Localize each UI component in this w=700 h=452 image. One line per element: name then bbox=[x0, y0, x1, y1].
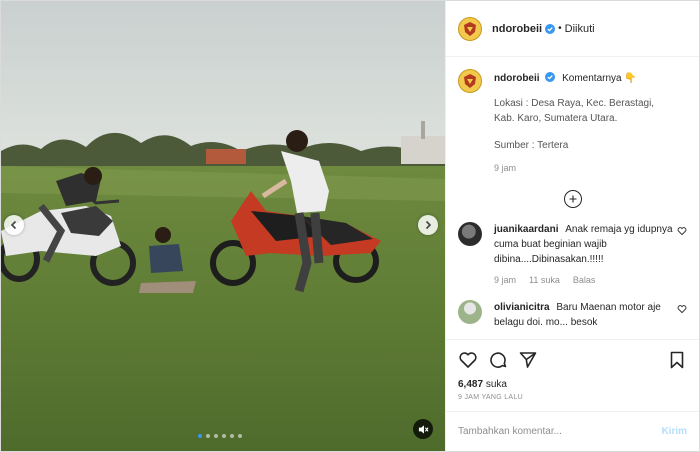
post-media[interactable] bbox=[1, 1, 445, 451]
follow-status-button[interactable]: Diikuti bbox=[565, 23, 595, 35]
next-button[interactable] bbox=[418, 215, 438, 235]
caption-time[interactable]: 9 jam bbox=[494, 161, 687, 176]
caption-line bbox=[494, 126, 687, 138]
comment-button[interactable] bbox=[488, 350, 508, 370]
comment-like-heart-icon[interactable] bbox=[677, 304, 687, 314]
speaker-muted-icon bbox=[418, 424, 429, 434]
post-sidebar: ndorobeii • Diikuti ndorobeii Komentarny… bbox=[445, 1, 699, 451]
like-count-number: 6,487 bbox=[458, 379, 484, 390]
comment-username[interactable]: olivianicitra bbox=[494, 302, 550, 313]
caption-line: Lokasi : Desa Raya, Kec. Berastagi, bbox=[494, 98, 655, 109]
comment-likes[interactable]: 11 suka bbox=[529, 273, 560, 288]
heart-icon bbox=[459, 352, 477, 368]
video-frame bbox=[1, 1, 445, 451]
comment-body: olivianicitra Baru Maenan motor aje bela… bbox=[494, 300, 687, 330]
comment-like-heart-icon[interactable] bbox=[677, 226, 687, 236]
carousel-indicator bbox=[198, 434, 242, 438]
caption: ndorobeii Komentarnya 👇 Lokasi : Desa Ra… bbox=[458, 69, 687, 176]
comment-icon bbox=[490, 352, 507, 368]
share-button[interactable] bbox=[518, 350, 538, 370]
comment-meta: 9 jam 11 suka Balas bbox=[494, 273, 673, 288]
crest-logo-icon bbox=[464, 21, 476, 36]
chevron-left-icon bbox=[10, 220, 17, 230]
comment-item: olivianicitra Baru Maenan motor aje bela… bbox=[458, 300, 687, 330]
header-separator: • bbox=[558, 23, 562, 34]
carousel-dot bbox=[198, 434, 202, 438]
plus-circle-icon bbox=[569, 195, 576, 203]
chevron-right-icon bbox=[425, 220, 432, 230]
comments-section[interactable]: ndorobeii Komentarnya 👇 Lokasi : Desa Ra… bbox=[446, 57, 699, 339]
comment-username[interactable]: juanikaardani bbox=[494, 224, 558, 235]
comment-input[interactable] bbox=[458, 426, 662, 437]
post-window: ndorobeii • Diikuti ndorobeii Komentarny… bbox=[0, 0, 700, 452]
paper-plane-icon bbox=[519, 352, 537, 368]
comment-avatar[interactable] bbox=[458, 222, 482, 246]
caption-line: Kab. Karo, Sumatera Utara. bbox=[494, 113, 618, 124]
crest-logo-icon bbox=[464, 74, 476, 88]
comment-item: juanikaardani Anak remaja yg idupnya cum… bbox=[458, 222, 687, 288]
post-actions: 6,487 suka 9 JAM YANG LALU bbox=[446, 339, 699, 411]
load-more bbox=[458, 190, 687, 208]
add-comment-bar: Kirim bbox=[446, 411, 699, 451]
post-timestamp[interactable]: 9 JAM YANG LALU bbox=[458, 394, 687, 401]
caption-title: Komentarnya 👇 bbox=[562, 73, 637, 84]
carousel-dot bbox=[238, 434, 242, 438]
comment-body: juanikaardani Anak remaja yg idupnya cum… bbox=[494, 222, 687, 288]
carousel-dot bbox=[222, 434, 226, 438]
avatar[interactable] bbox=[458, 16, 482, 41]
carousel-dot bbox=[206, 434, 210, 438]
action-icons bbox=[458, 348, 687, 372]
comment-avatar[interactable] bbox=[458, 300, 482, 324]
verified-badge-icon bbox=[545, 72, 556, 82]
like-count[interactable]: 6,487 suka bbox=[458, 379, 687, 390]
caption-username[interactable]: ndorobeii bbox=[494, 73, 540, 84]
load-more-comments-button[interactable] bbox=[563, 190, 582, 208]
carousel-dot bbox=[214, 434, 218, 438]
comment-time[interactable]: 9 jam bbox=[494, 273, 516, 288]
header-username[interactable]: ndorobeii bbox=[492, 23, 542, 35]
like-count-unit: suka bbox=[485, 379, 507, 390]
previous-button[interactable] bbox=[4, 215, 24, 235]
carousel-dot bbox=[230, 434, 234, 438]
verified-badge-icon bbox=[545, 23, 556, 34]
caption-avatar[interactable] bbox=[458, 69, 482, 93]
caption-line: Sumber : Tertera bbox=[494, 140, 569, 151]
caption-body: ndorobeii Komentarnya 👇 Lokasi : Desa Ra… bbox=[494, 69, 687, 176]
post-comment-button[interactable]: Kirim bbox=[661, 426, 687, 437]
post-header: ndorobeii • Diikuti bbox=[446, 1, 699, 57]
bookmark-icon bbox=[670, 351, 684, 369]
mute-button[interactable] bbox=[413, 419, 433, 439]
like-button[interactable] bbox=[458, 350, 478, 370]
reply-button[interactable]: Balas bbox=[573, 273, 596, 288]
save-button[interactable] bbox=[667, 350, 687, 370]
